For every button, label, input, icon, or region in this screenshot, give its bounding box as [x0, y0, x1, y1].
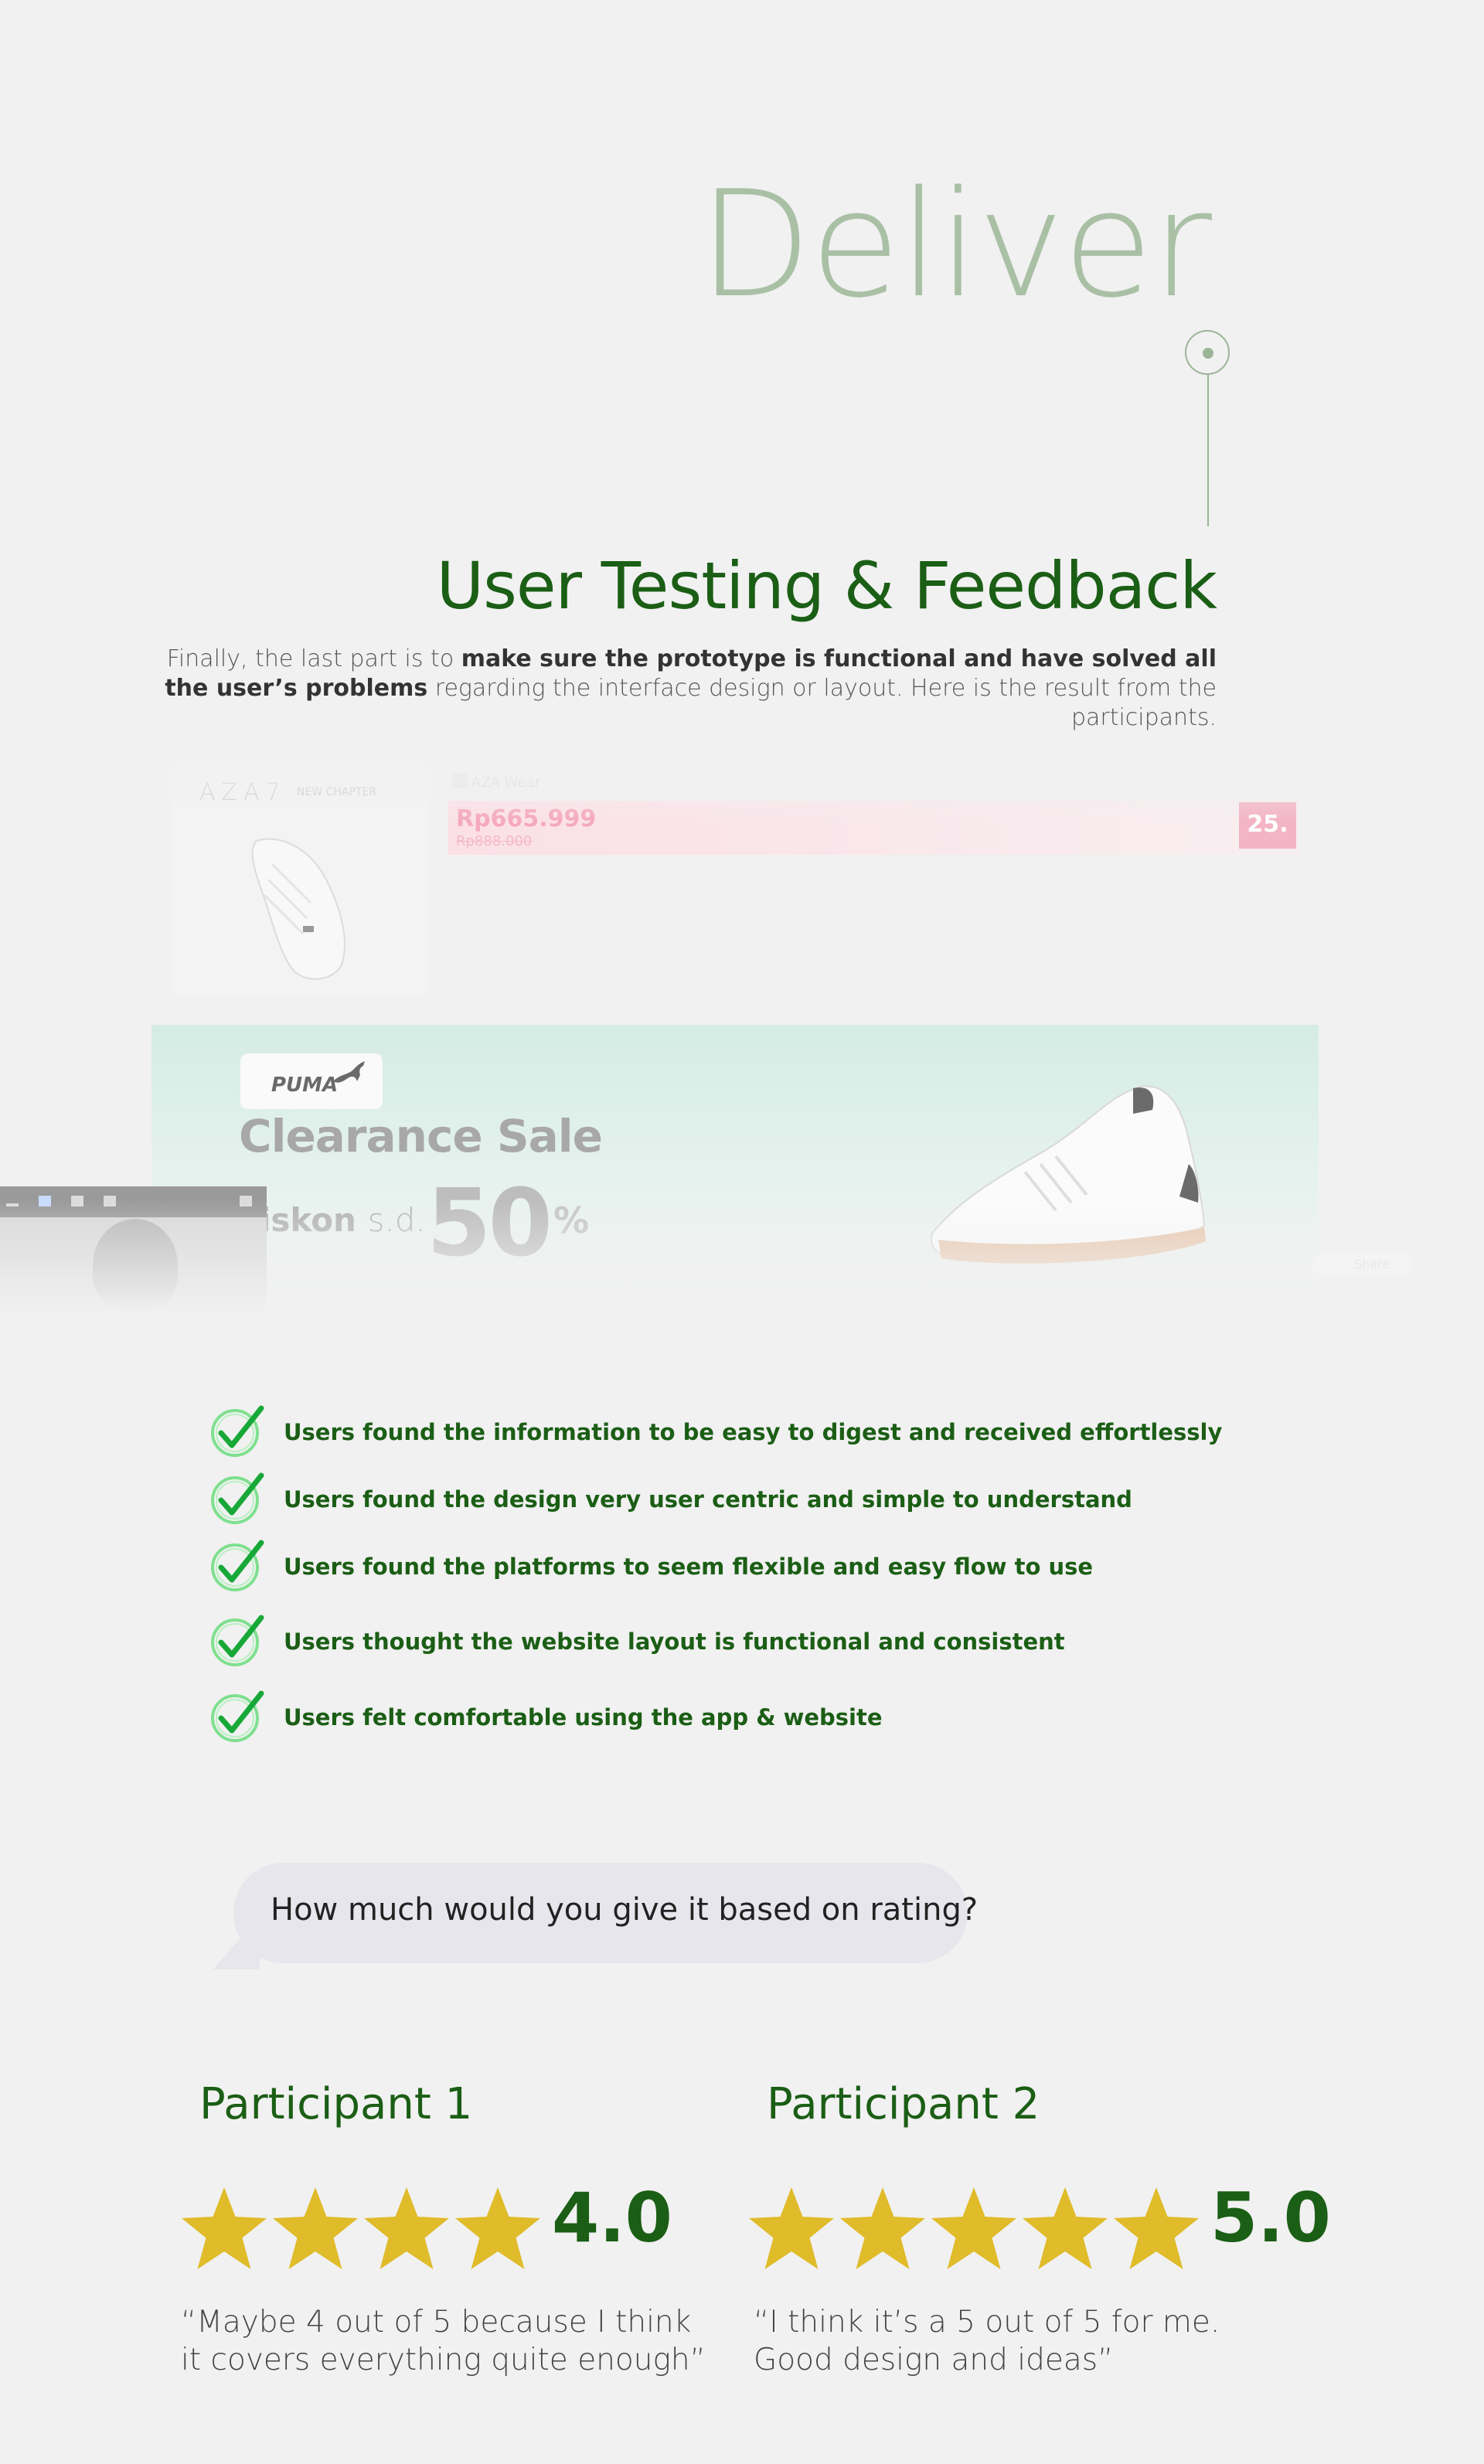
discount-tag: 25.	[1239, 802, 1296, 849]
timeline-pin-dot	[1203, 348, 1213, 359]
discount-unit: %	[553, 1200, 590, 1241]
checklist-item: Users found the design very user centric…	[210, 1471, 1331, 1526]
rating-score: 4.0	[552, 2178, 672, 2258]
puma-logo: PUMA	[271, 1074, 339, 1097]
participant-label: Participant 1	[199, 2079, 473, 2129]
brand-tag: NEW CHAPTER	[297, 786, 377, 798]
checklist-text: Users found the platforms to seem flexib…	[284, 1554, 1094, 1580]
checkmark-icon	[210, 1538, 266, 1594]
puma-sneaker-image	[931, 1085, 1206, 1264]
intro-text-1: Finally, the last part is to	[166, 645, 461, 672]
star-icon	[836, 2184, 929, 2272]
layout-icon	[39, 1196, 51, 1206]
minimize-icon	[6, 1203, 19, 1206]
checkmark-icon	[210, 1613, 266, 1669]
participant-quote: “Maybe 4 out of 5 because I think it cove…	[181, 2303, 706, 2379]
intro-paragraph: Finally, the last part is to make sure t…	[116, 645, 1217, 733]
quote-line: it covers everything quite enough”	[181, 2343, 706, 2377]
discount-value: 50	[427, 1170, 553, 1278]
participant-face	[93, 1219, 178, 1312]
quote-line: “Maybe 4 out of 5 because I think	[181, 2305, 692, 2340]
quote-line: Good design and ideas”	[754, 2343, 1114, 2377]
star-icon	[269, 2184, 362, 2272]
store-name: AZA Wear	[471, 774, 540, 791]
checklist-text: Users thought the website layout is func…	[284, 1628, 1065, 1655]
star-icon	[928, 2184, 1020, 2272]
discount-prefix: iskon	[260, 1201, 356, 1239]
product-card: AZA7 NEW CHAPTER	[172, 764, 427, 995]
share-label: Share	[1354, 1257, 1390, 1271]
star-icon	[1110, 2184, 1203, 2272]
star-icon	[745, 2184, 838, 2272]
price: Rp665.999	[456, 805, 597, 832]
checkmark-icon	[210, 1689, 266, 1744]
participant-quote: “I think it’s a 5 out of 5 for me. Good d…	[754, 2303, 1220, 2379]
puma-cat-icon	[333, 1061, 365, 1083]
sneaker-image	[251, 838, 345, 980]
deliver-title: Deliver	[698, 159, 1212, 330]
question-bubble: How much would you give it based on rati…	[233, 1863, 978, 1963]
discount-label: iskon s.d.	[260, 1201, 426, 1239]
checklist-item: Users thought the website layout is func…	[210, 1613, 1331, 1669]
old-price: Rp888.000	[456, 833, 533, 849]
split-icon	[71, 1196, 83, 1206]
checklist-item: Users found the platforms to seem flexib…	[210, 1538, 1331, 1594]
intro-text-2: regarding the interface design or layout…	[427, 675, 1217, 731]
grid-icon	[104, 1196, 116, 1206]
checkmark-icon	[210, 1404, 266, 1459]
star-icon	[360, 2184, 453, 2272]
brand-logo: AZA7	[199, 779, 287, 806]
rating-score: 5.0	[1210, 2178, 1331, 2258]
video-toolbar	[0, 1186, 267, 1217]
popout-icon	[240, 1196, 252, 1206]
timeline-line	[1207, 375, 1209, 526]
checklist-text: Users found the information to be easy t…	[284, 1419, 1223, 1445]
checklist-text: Users found the design very user centric…	[284, 1486, 1132, 1513]
quote-line: “I think it’s a 5 out of 5 for me.	[754, 2305, 1220, 2340]
star-icon	[178, 2184, 271, 2272]
puma-logo-box: PUMA	[240, 1053, 383, 1109]
question-text: How much would you give it based on rati…	[271, 1892, 979, 1928]
discount-sd: s.d.	[367, 1201, 426, 1239]
store-icon	[452, 773, 468, 788]
video-call-thumbnail	[0, 1186, 267, 1314]
section-title: User Testing & Feedback	[436, 548, 1217, 624]
product-title	[452, 748, 458, 767]
checklist-item: Users found the information to be easy t…	[210, 1404, 1331, 1459]
checklist-text: Users felt comfortable using the app & w…	[284, 1704, 883, 1731]
prototype-mockup: AZA7 NEW CHAPTER AZA Wear Rp665.999 Rp88…	[0, 742, 1484, 1314]
participant-label: Participant 2	[767, 2079, 1040, 2129]
clearance-banner: PUMA Clearance Sale iskon s.d. 50 %	[151, 1025, 1319, 1303]
checklist-item: Users felt comfortable using the app & w…	[210, 1689, 1331, 1744]
star-icon	[1019, 2184, 1111, 2272]
share-button: Share	[1312, 1252, 1412, 1278]
sale-title: Clearance Sale	[239, 1110, 603, 1162]
checkmark-icon	[210, 1471, 266, 1526]
star-icon	[451, 2184, 544, 2272]
